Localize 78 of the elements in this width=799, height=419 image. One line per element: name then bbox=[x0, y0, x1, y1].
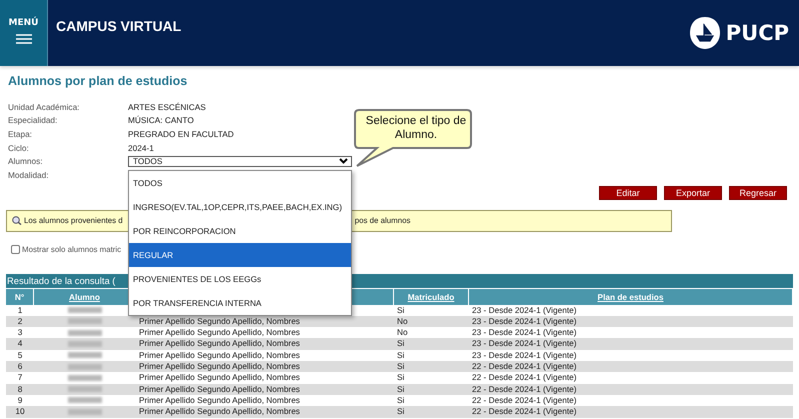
table-cell: Primer Apellido Segundo Apellido, Nombres bbox=[136, 384, 394, 395]
callout-text: Selecione el tipo de Alumno. bbox=[365, 114, 467, 142]
table-cell-text: 22 - Desde 2024-1 (Vigente) bbox=[471, 372, 578, 384]
redacted-code bbox=[68, 330, 102, 336]
table-cell: Primer Apellido Segundo Apellido, Nombres bbox=[136, 338, 394, 350]
table-cell: No bbox=[394, 316, 469, 328]
table-cell-text: 5 bbox=[16, 350, 24, 362]
table-cell: 6 bbox=[6, 361, 34, 372]
redacted-code bbox=[68, 340, 102, 347]
field-value: 2024-1 bbox=[128, 142, 155, 153]
table-cell-text: Primer Apellido Segundo Apellido, Nombres bbox=[138, 327, 301, 338]
select-field[interactable]: TODOS bbox=[128, 156, 352, 167]
redacted-code bbox=[68, 408, 102, 415]
info-icon bbox=[12, 216, 22, 226]
page-title: Alumnos por plan de estudios bbox=[8, 73, 188, 89]
table-cell: 8 bbox=[6, 384, 34, 395]
table-cell-text: Si bbox=[396, 372, 406, 384]
app-title: CAMPUS VIRTUAL bbox=[56, 18, 182, 36]
table-cell-text: Si bbox=[396, 394, 406, 406]
checkbox[interactable] bbox=[11, 244, 20, 254]
table-cell: Si bbox=[394, 361, 469, 372]
table-cell-text: 3 bbox=[16, 327, 24, 338]
table-cell: 2 bbox=[6, 316, 34, 328]
logo-text: PUCP bbox=[726, 21, 789, 45]
table-cell: Primer Apellido Segundo Apellido, Nombres bbox=[136, 361, 394, 372]
table-cell-text: Si bbox=[396, 350, 406, 362]
table-cell: 4 bbox=[6, 338, 34, 350]
redacted-code bbox=[68, 374, 102, 381]
field-value: ARTES ESCÉNICAS bbox=[128, 102, 207, 112]
table-cell: 10 bbox=[6, 406, 34, 418]
field-label: Especialidad: bbox=[8, 115, 58, 126]
table-cell-text: 23 - Desde 2024-1 (Vigente) bbox=[471, 350, 578, 362]
table-cell-text: 7 bbox=[16, 372, 24, 384]
table-cell-text: Primer Apellido Segundo Apellido, Nombres bbox=[138, 372, 301, 384]
dropdown-option[interactable]: INGRESO(EV.TAL,1OP,CEPR,ITS,PAEE,BACH,EX.ING) bbox=[129, 195, 351, 219]
redacted-code bbox=[68, 352, 102, 358]
table-cell-text: 1 bbox=[16, 304, 24, 316]
table-cell-text: 23 - Desde 2024-1 (Vigente) bbox=[471, 304, 578, 316]
redacted-code bbox=[68, 386, 102, 392]
table-cell: 22 - Desde 2024-1 (Vigente) bbox=[469, 406, 793, 418]
field-label: Modalidad: bbox=[8, 170, 50, 180]
table-cell: Si bbox=[394, 406, 469, 418]
table-cell: Primer Apellido Segundo Apellido, Nombres bbox=[136, 316, 394, 328]
field-label: Unidad Académica: bbox=[8, 102, 80, 112]
action-button[interactable]: Regresar bbox=[729, 186, 787, 200]
table-cell-text: Si bbox=[396, 304, 406, 316]
field-label: Etapa: bbox=[8, 128, 33, 139]
column-header: N° bbox=[6, 288, 34, 305]
table-cell: 23 - Desde 2024-1 (Vigente) bbox=[469, 338, 793, 350]
redacted-code bbox=[68, 397, 102, 404]
dropdown-option[interactable]: TODOS bbox=[129, 171, 351, 195]
table-cell: 22 - Desde 2024-1 (Vigente) bbox=[469, 384, 793, 395]
field-value: PREGRADO EN FACULTAD bbox=[128, 128, 235, 139]
chevron-down-icon bbox=[339, 158, 348, 164]
table-cell-text: 22 - Desde 2024-1 (Vigente) bbox=[471, 394, 578, 406]
table-cell: Primer Apellido Segundo Apellido, Nombres bbox=[136, 406, 394, 418]
field-label: Alumnos: bbox=[8, 156, 44, 166]
table-cell: Si bbox=[394, 384, 469, 395]
redacted-code bbox=[68, 307, 102, 314]
redacted-code bbox=[68, 318, 102, 324]
action-button[interactable]: Editar bbox=[599, 186, 657, 200]
redacted-code bbox=[68, 364, 102, 370]
table-cell-text: 9 bbox=[16, 394, 24, 406]
menu-icon bbox=[16, 34, 32, 44]
table-cell-text: No bbox=[396, 327, 409, 338]
table-cell: 22 - Desde 2024-1 (Vigente) bbox=[469, 361, 793, 372]
table-cell-text: Primer Apellido Segundo Apellido, Nombres bbox=[138, 350, 301, 362]
dropdown-option[interactable]: POR REINCORPORACION bbox=[129, 219, 351, 243]
action-button[interactable]: Exportar bbox=[664, 186, 722, 200]
dropdown-option[interactable]: REGULAR bbox=[129, 243, 351, 267]
table-cell: Si bbox=[394, 338, 469, 350]
table-cell: 23 - Desde 2024-1 (Vigente) bbox=[469, 316, 793, 328]
field-value: MÚSICA: CANTO bbox=[128, 115, 195, 126]
results-title: Resultado de la consulta ( bbox=[7, 275, 116, 286]
table-cell-text: 23 - Desde 2024-1 (Vigente) bbox=[471, 327, 578, 338]
table-cell-text: Primer Apellido Segundo Apellido, Nombres bbox=[138, 394, 301, 406]
field-label: Ciclo: bbox=[8, 142, 30, 153]
menu-button[interactable]: MENÚ bbox=[0, 0, 48, 66]
